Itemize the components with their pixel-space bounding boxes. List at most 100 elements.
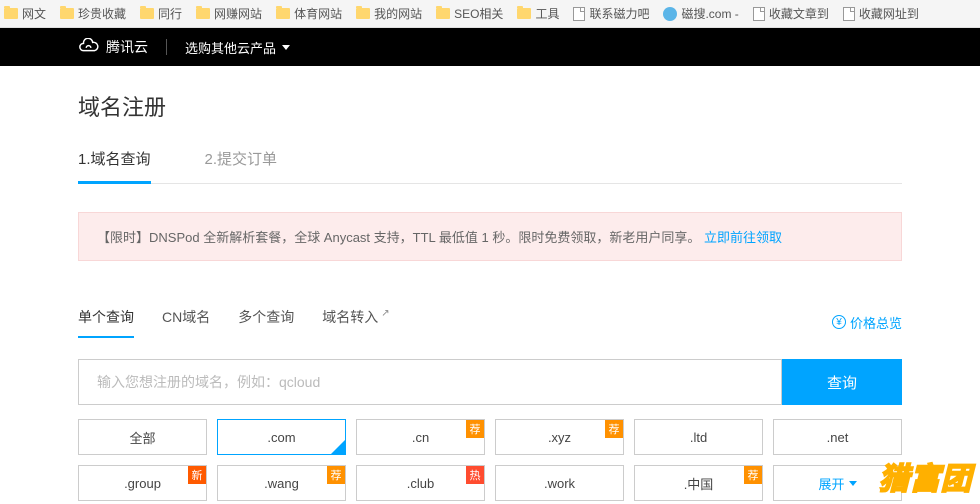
folder-icon [196,8,210,19]
tld-badge: 荐 [605,420,623,438]
tld-label: .group [124,476,161,491]
query-tab[interactable]: 域名转入↗ [322,307,389,337]
bookmark-label: 网赚网站 [214,5,262,22]
step-item[interactable]: 1.域名查询 [78,148,151,183]
tld-badge: 荐 [466,420,484,438]
tld-option[interactable]: .xyz 荐 [495,419,624,455]
search-button[interactable]: 查询 [782,359,902,405]
bookmark-label: SEO相关 [454,5,503,22]
tld-badge: 新 [188,466,206,484]
bookmark-label: 收藏文章到 [769,5,829,22]
tld-label: .wang [264,476,299,491]
tld-option[interactable]: .cn 荐 [356,419,485,455]
tld-label: .中国 [684,474,714,493]
folder-icon [517,8,531,19]
tld-label: .work [544,476,575,491]
bookmark-item[interactable]: 收藏文章到 [753,5,829,22]
bookmark-label: 磁搜.com - [681,5,738,22]
tld-option[interactable]: .club 热 [356,465,485,501]
tld-badge: 荐 [327,466,345,484]
bookmark-item[interactable]: 体育网站 [276,5,342,22]
price-overview-link[interactable]: ¥ 价格总览 [832,313,902,332]
tld-badge: 荐 [744,466,762,484]
nav-divider [166,39,167,55]
tld-option[interactable]: 全部 [78,419,207,455]
tld-option[interactable]: .wang 荐 [217,465,346,501]
page-icon [843,7,855,21]
expand-label: 展开 [818,474,844,493]
bookmark-item[interactable]: 珍贵收藏 [60,5,126,22]
folder-icon [4,8,18,19]
price-link-label: 价格总览 [850,313,902,332]
page-icon [573,7,585,21]
promo-link[interactable]: 立即前往领取 [704,230,782,245]
query-tabs: 单个查询 CN域名 多个查询 域名转入↗ [78,307,390,337]
nav-products-label: 选购其他云产品 [185,38,276,57]
query-tab[interactable]: CN域名 [162,307,210,337]
query-tab-label: 多个查询 [238,307,294,327]
bookmark-label: 网文 [22,5,46,22]
folder-icon [436,8,450,19]
tld-label: .xyz [548,430,571,445]
bookmark-item[interactable]: 收藏网址到 [843,5,919,22]
bookmark-label: 联系磁力吧 [589,5,649,22]
tld-option[interactable]: .net [773,419,902,455]
query-tab[interactable]: 单个查询 [78,307,134,337]
bookmark-label: 工具 [535,5,559,22]
yen-icon: ¥ [832,315,846,329]
tld-label: .com [267,430,295,445]
folder-icon [276,8,290,19]
bookmark-label: 体育网站 [294,5,342,22]
bookmark-item[interactable]: 同行 [140,5,182,22]
bookmark-label: 收藏网址到 [859,5,919,22]
nav-products-dropdown[interactable]: 选购其他云产品 [185,38,290,57]
tld-label: .club [407,476,434,491]
tld-option[interactable]: .ltd [634,419,763,455]
query-tab[interactable]: 多个查询 [238,307,294,337]
bookmark-item[interactable]: 联系磁力吧 [573,5,649,22]
bookmark-item[interactable]: 网赚网站 [196,5,262,22]
tld-option[interactable]: .group 新 [78,465,207,501]
step-item[interactable]: 2.提交订单 [205,148,278,183]
tld-label: .net [827,430,849,445]
page-content: 域名注册 1.域名查询 2.提交订单 【限时】DNSPod 全新解析套餐，全球 A… [0,66,980,501]
query-tab-label: CN域名 [162,307,210,327]
tld-option[interactable]: .中国 荐 [634,465,763,501]
domain-search-input[interactable] [78,359,782,405]
cloud-icon [78,38,100,56]
bookmarks-bar: 网文 珍贵收藏 同行 网赚网站 体育网站 我的网站 SEO相关 工具 联系磁力吧 磁搜.com -… [0,0,980,28]
folder-icon [60,8,74,19]
chevron-down-icon [849,481,857,486]
bookmark-label: 我的网站 [374,5,422,22]
promo-text: 【限时】DNSPod 全新解析套餐，全球 Anycast 支持，TTL 最低值 … [97,230,700,245]
promo-banner: 【限时】DNSPod 全新解析套餐，全球 Anycast 支持，TTL 最低值 … [78,212,902,261]
bookmark-item[interactable]: 工具 [517,5,559,22]
bookmark-item[interactable]: SEO相关 [436,5,503,22]
tld-label: .ltd [690,430,707,445]
bookmark-label: 同行 [158,5,182,22]
bookmark-item[interactable]: 我的网站 [356,5,422,22]
top-navigation: 腾讯云 选购其他云产品 [0,28,980,66]
query-tab-label: 域名转入 [322,307,378,327]
tld-option[interactable]: .com [217,419,346,455]
tld-expand-button[interactable]: 展开 [773,465,902,501]
tld-grid: 全部 .com .cn 荐 .xyz 荐 .ltd .net .group 新 .wang 荐 .clu… [78,419,902,501]
page-icon [753,7,765,21]
tencent-cloud-logo[interactable]: 腾讯云 [78,37,148,57]
favicon-icon [663,7,677,21]
query-tabs-row: 单个查询 CN域名 多个查询 域名转入↗ ¥ 价格总览 [78,307,902,337]
tld-badge: 热 [466,466,484,484]
tld-label: .cn [412,430,429,445]
bookmark-label: 珍贵收藏 [78,5,126,22]
chevron-down-icon [282,45,290,50]
bookmark-item[interactable]: 网文 [4,5,46,22]
bookmark-item[interactable]: 磁搜.com - [663,5,738,22]
external-link-icon: ↗ [381,308,389,319]
page-title: 域名注册 [78,90,902,122]
domain-search-row: 查询 [78,359,902,405]
folder-icon [356,8,370,19]
tld-option[interactable]: .work [495,465,624,501]
folder-icon [140,8,154,19]
query-section: 单个查询CN域名多个查询域名转入↗ ¥ 价格总览 查询 全部.com.cn荐.x… [78,307,902,501]
query-tab-label: 单个查询 [78,307,134,327]
